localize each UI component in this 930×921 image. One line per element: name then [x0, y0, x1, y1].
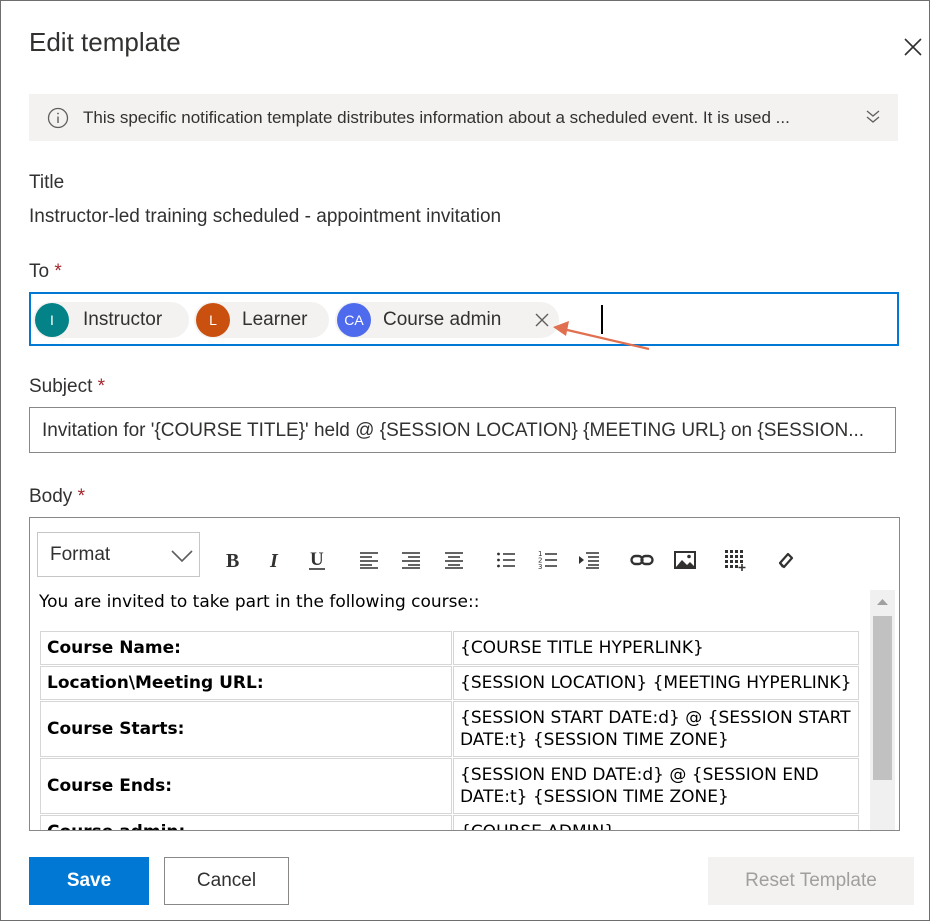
cancel-button[interactable]: Cancel: [164, 857, 289, 905]
required-mark: *: [77, 486, 85, 507]
align-center-icon: [402, 552, 420, 569]
table-row: Course Name: {COURSE TITLE HYPERLINK}: [40, 631, 859, 665]
required-mark: *: [97, 376, 106, 397]
subject-input[interactable]: Invitation for '{COURSE TITLE}' held @ {…: [29, 407, 896, 453]
subject-value: Invitation for '{COURSE TITLE}' held @ {…: [42, 420, 865, 441]
recipient-chip-instructor[interactable]: I Instructor: [33, 302, 189, 338]
close-icon[interactable]: [903, 37, 923, 57]
body-editor[interactable]: Format B I U 123 You are invited to take…: [29, 517, 900, 831]
svg-text:B: B: [226, 550, 239, 570]
underline-icon: U: [309, 549, 325, 570]
chevron-down-icon: [171, 550, 193, 563]
align-center-button[interactable]: [397, 548, 425, 572]
recipient-name: Learner: [242, 309, 308, 330]
image-icon: [674, 551, 696, 569]
link-button[interactable]: [628, 548, 656, 572]
align-right-button[interactable]: [440, 548, 468, 572]
subject-label: Subject *: [29, 376, 106, 397]
numbered-list-icon: 123: [538, 550, 557, 570]
annotation-arrow-icon: [553, 321, 650, 351]
image-button[interactable]: [671, 548, 699, 572]
svg-text:U: U: [310, 549, 324, 570]
info-icon: [47, 107, 69, 129]
required-mark: *: [54, 261, 62, 282]
bullet-list-icon: [497, 552, 515, 568]
italic-button[interactable]: I: [261, 548, 289, 572]
save-button[interactable]: Save: [29, 857, 149, 905]
reset-template-button[interactable]: Reset Template: [708, 857, 914, 905]
recipient-chip-course-admin[interactable]: CA Course admin: [335, 302, 559, 338]
svg-text:I: I: [269, 550, 279, 570]
align-left-button[interactable]: [355, 548, 383, 572]
vertical-scrollbar[interactable]: [870, 590, 895, 830]
recipient-chip-learner[interactable]: L Learner: [194, 302, 329, 338]
table-row: Course admin: {COURSE ADMIN}: [40, 815, 859, 830]
scrollbar-thumb[interactable]: [873, 616, 892, 780]
table-row: Location\Meeting URL: {SESSION LOCATION}…: [40, 666, 859, 700]
bullet-list-button[interactable]: [492, 548, 520, 572]
body-label: Body *: [29, 486, 85, 507]
bold-icon: B: [226, 550, 239, 570]
to-label: To *: [29, 261, 62, 282]
bold-button[interactable]: B: [219, 548, 247, 572]
course-details-table: Course Name: {COURSE TITLE HYPERLINK} Lo…: [39, 630, 860, 830]
link-icon: [630, 554, 654, 566]
table-value: {COURSE ADMIN}: [453, 815, 859, 830]
info-banner: This specific notification template dist…: [29, 94, 898, 141]
table-row: Course Starts: {SESSION START DATE:d} @ …: [40, 701, 859, 757]
recipient-name: Course admin: [383, 309, 502, 330]
table-key: Location\Meeting URL:: [40, 666, 452, 700]
numbered-list-button[interactable]: 123: [534, 548, 562, 572]
italic-icon: I: [269, 550, 279, 570]
indent-icon: [579, 552, 599, 569]
body-intro: You are invited to take part in the foll…: [39, 592, 480, 612]
format-dropdown[interactable]: Format: [37, 532, 200, 577]
scroll-up-icon[interactable]: [876, 598, 889, 606]
title-value: Instructor-led training scheduled - appo…: [29, 206, 502, 227]
avatar: L: [196, 303, 230, 337]
table-button[interactable]: [722, 548, 750, 572]
info-text: This specific notification template dist…: [83, 108, 790, 127]
format-label: Format: [50, 544, 111, 565]
table-value: {COURSE TITLE HYPERLINK}: [453, 631, 859, 665]
table-value: {SESSION END DATE:d} @ {SESSION END DATE…: [453, 758, 859, 814]
edit-template-dialog: Edit template This specific notification…: [0, 0, 930, 921]
underline-button[interactable]: U: [303, 548, 331, 572]
table-key: Course Ends:: [40, 758, 452, 814]
dialog-title: Edit template: [29, 27, 181, 57]
expand-chevron-icon[interactable]: [864, 107, 882, 125]
recipient-name: Instructor: [83, 309, 163, 330]
to-recipients-field[interactable]: I Instructor L Learner CA Course admin: [29, 292, 899, 346]
avatar: I: [35, 303, 69, 337]
table-icon: [725, 550, 746, 571]
align-left-icon: [360, 552, 378, 569]
avatar: CA: [337, 303, 371, 337]
clear-format-icon: [778, 552, 794, 569]
clear-format-button[interactable]: [772, 548, 800, 572]
indent-button[interactable]: [575, 548, 603, 572]
title-label: Title: [29, 172, 65, 193]
table-value: {SESSION START DATE:d} @ {SESSION START …: [453, 701, 859, 757]
table-key: Course admin:: [40, 815, 452, 830]
body-content[interactable]: You are invited to take part in the foll…: [31, 588, 867, 830]
table-row: Course Ends: {SESSION END DATE:d} @ {SES…: [40, 758, 859, 814]
svg-text:3: 3: [538, 563, 542, 570]
table-key: Course Starts:: [40, 701, 452, 757]
table-value: {SESSION LOCATION} {MEETING HYPERLINK}: [453, 666, 859, 700]
align-right-icon: [445, 552, 463, 569]
table-key: Course Name:: [40, 631, 452, 665]
